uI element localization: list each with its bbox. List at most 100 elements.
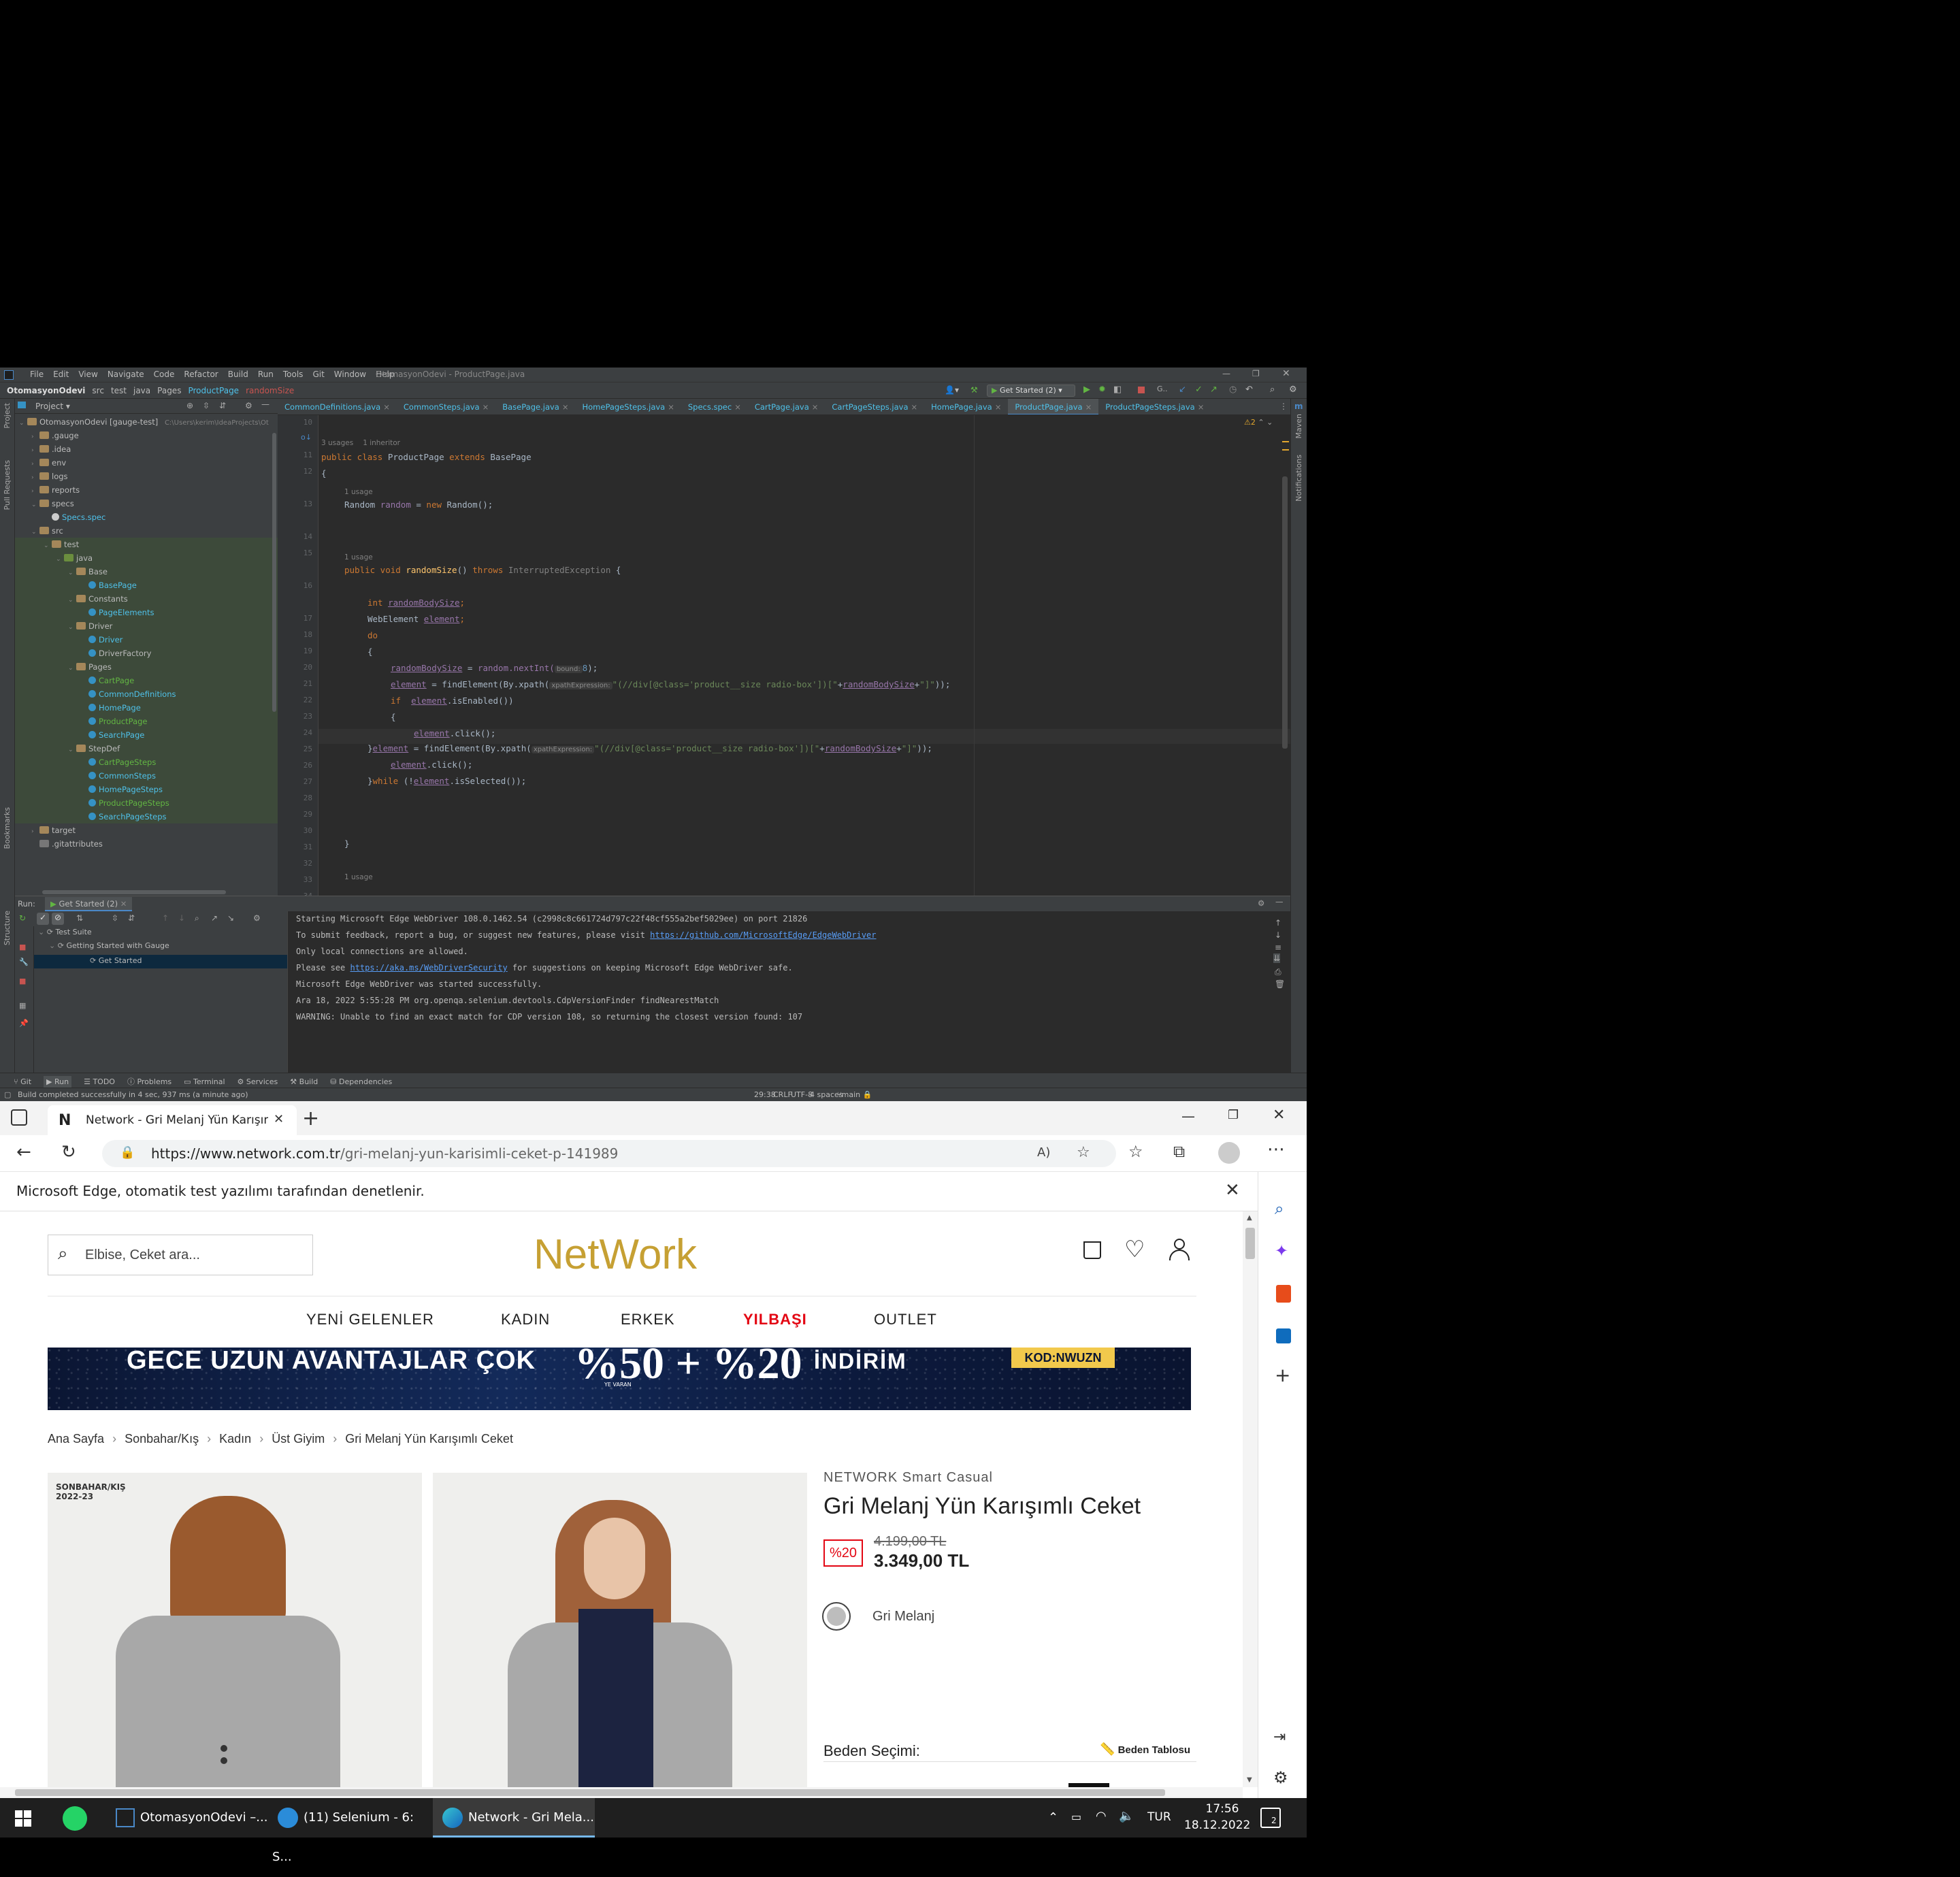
product-image-back[interactable]: SONBAHAR/KIŞ 2022-23 [48, 1473, 422, 1787]
new-tab-button[interactable]: + [302, 1107, 319, 1130]
tree-item[interactable]: › env [15, 456, 278, 470]
clock-date[interactable]: 18.12.2022 [1184, 1818, 1250, 1832]
tree-item[interactable]: SearchPageSteps [15, 810, 278, 823]
wrench-icon[interactable]: 🔧 [19, 958, 29, 966]
read-aloud-icon[interactable]: A) [1037, 1145, 1050, 1160]
editor-tab[interactable]: ProductPageSteps.java × [1098, 399, 1211, 414]
tree-item[interactable]: ⌄ Driver [15, 619, 278, 633]
tab-close-icon[interactable]: × [668, 402, 674, 412]
warning-indicator[interactable]: ⚠2 ⌃ ⌄ [1244, 418, 1273, 427]
menu-refactor[interactable]: Refactor [184, 370, 218, 379]
tree-item[interactable]: › reports [15, 483, 278, 497]
toolwindow-problems[interactable]: ⓘ Problems [127, 1077, 172, 1086]
add-favorite-icon[interactable]: ☆ [1077, 1144, 1090, 1161]
heart-icon[interactable]: ♡ [1124, 1236, 1145, 1263]
tree-fold-icon[interactable]: › [31, 430, 39, 444]
color-swatch[interactable] [822, 1602, 851, 1631]
taskbar-intellij[interactable]: OtomasyonOdevi –... [106, 1798, 290, 1838]
tree-fold-icon[interactable]: ⌄ [68, 566, 76, 580]
tabs-more-icon[interactable]: ⋮ [1279, 402, 1288, 411]
whatsapp-icon[interactable] [63, 1806, 87, 1831]
editor-tab[interactable]: CommonDefinitions.java × [278, 399, 397, 414]
breadcrumb-item[interactable]: java [133, 386, 150, 395]
breadcrumb-item[interactable]: Üst Giyim [272, 1432, 325, 1446]
editor-tab[interactable]: HomePageSteps.java × [576, 399, 681, 414]
toolwindow-build[interactable]: ⚒ Build [290, 1077, 318, 1086]
git-label-icon[interactable]: G.. [1157, 385, 1168, 393]
strip-maven[interactable]: Maven [1294, 414, 1303, 438]
test-settings-icon[interactable]: ⚙ [253, 913, 261, 923]
run-settings-icon[interactable]: ⚙ [1258, 898, 1264, 908]
page-vscrollbar[interactable]: ▲ ▼ [1243, 1211, 1258, 1787]
bag-icon[interactable] [1083, 1241, 1101, 1259]
add-sidebar-icon[interactable]: + [1275, 1364, 1290, 1386]
inheritor-gutter-icon[interactable]: o↓ [301, 433, 312, 442]
taskbar-selenium[interactable]: (11) Selenium - 6: S... [272, 1798, 425, 1864]
run-icon[interactable]: ▶ [1083, 385, 1090, 395]
outlook-icon[interactable] [1276, 1328, 1291, 1343]
export-icon[interactable]: ↗ [211, 913, 218, 923]
project-view-select[interactable]: Project ▾ [35, 402, 70, 411]
tree-fold-icon[interactable]: ⌄ [68, 662, 76, 675]
breadcrumb-item[interactable]: OtomasyonOdevi [7, 386, 85, 395]
hscroll-thumb[interactable] [15, 1789, 1165, 1796]
close-icon[interactable]: ✕ [1282, 368, 1290, 379]
test-tree-row[interactable]: ⌄ ⟳ Test Suite [38, 928, 92, 936]
show-passed-icon[interactable]: ✓ [37, 913, 49, 925]
scroll-thumb[interactable] [1245, 1228, 1255, 1259]
expand-all-icon[interactable]: ⇳ [203, 401, 210, 410]
project-hscrollbar[interactable] [42, 890, 226, 894]
console-output[interactable]: Starting Microsoft Edge WebDriver 108.0.… [287, 911, 1290, 1080]
trash-icon[interactable]: 🗑 [1275, 979, 1285, 989]
sidebar-settings-icon[interactable]: ⚙ [1273, 1768, 1288, 1787]
git-branch[interactable]: ⑂main 🔒 [837, 1090, 872, 1099]
back-icon[interactable]: ← [16, 1142, 31, 1162]
run-config-select[interactable]: ▶ Get Started (2) ▾ [987, 385, 1075, 397]
site-search-input[interactable]: ⌕ Elbise, Ceket ara... [48, 1235, 313, 1275]
wifi-icon[interactable]: ◠ [1096, 1809, 1107, 1823]
toolwindow-dependencies[interactable]: ⛁ Dependencies [330, 1077, 392, 1086]
tree-fold-icon[interactable]: › [31, 485, 39, 498]
tree-item[interactable]: HomePage [15, 701, 278, 715]
nav-erkek[interactable]: ERKEK [621, 1311, 675, 1328]
history-icon[interactable]: ◷ [1229, 385, 1237, 395]
tab-close-icon[interactable]: × [562, 402, 569, 412]
editor-scrollbar[interactable] [1282, 476, 1288, 749]
tree-item[interactable]: ProductPage [15, 715, 278, 728]
rollback-icon[interactable]: ↶ [1245, 385, 1253, 395]
show-ignored-icon[interactable]: ⊘ [52, 913, 64, 925]
editor-tab[interactable]: ProductPage.java × [1008, 399, 1099, 414]
tree-item[interactable]: › .idea [15, 442, 278, 456]
search-icon[interactable]: ⌕ [1270, 385, 1275, 395]
menu-build[interactable]: Build [228, 370, 248, 379]
toolwindow-run[interactable]: ▶ Run [44, 1076, 72, 1088]
git-push-icon[interactable]: ↗ [1210, 385, 1218, 395]
tree-item[interactable]: › .gauge [15, 429, 278, 442]
chevron-up-icon[interactable]: ⌃ [1048, 1810, 1058, 1825]
tree-item[interactable]: › target [15, 823, 278, 837]
nav-kadin[interactable]: KADIN [501, 1311, 550, 1328]
brand-line[interactable]: NETWORK Smart Casual [823, 1470, 993, 1486]
tree-item[interactable]: .gitattributes [15, 837, 278, 851]
nav-yeni-gelenler[interactable]: YENİ GELENLER [306, 1311, 434, 1328]
menu-file[interactable]: File [30, 370, 44, 379]
editor-tab[interactable]: CommonSteps.java × [397, 399, 495, 414]
close-icon[interactable]: ✕ [1273, 1107, 1285, 1124]
office-icon[interactable] [1276, 1285, 1291, 1303]
hide-panel-icon[interactable]: — [261, 399, 270, 409]
discover-icon[interactable]: ✦ [1275, 1241, 1288, 1260]
profile-avatar[interactable] [1218, 1142, 1240, 1164]
tree-item[interactable]: ⌄ specs [15, 497, 278, 510]
hammer-icon[interactable]: ⚒ [970, 385, 978, 395]
taskbar-network[interactable]: Network - Gri Mela... [433, 1798, 595, 1838]
stop-run-icon[interactable]: ■ [19, 943, 26, 951]
breadcrumb-item[interactable]: src [92, 386, 104, 395]
tab-close-icon[interactable]: × [383, 402, 390, 412]
tab-close-icon[interactable]: × [1085, 402, 1092, 412]
tree-item[interactable]: CartPageSteps [15, 755, 278, 769]
menu-edit[interactable]: Edit [53, 370, 69, 379]
gear-icon[interactable]: ⚙ [245, 401, 252, 410]
tab-close-icon[interactable]: × [812, 402, 819, 412]
tab-close-icon[interactable]: × [1198, 402, 1205, 412]
tree-item[interactable]: ProductPageSteps [15, 796, 278, 810]
